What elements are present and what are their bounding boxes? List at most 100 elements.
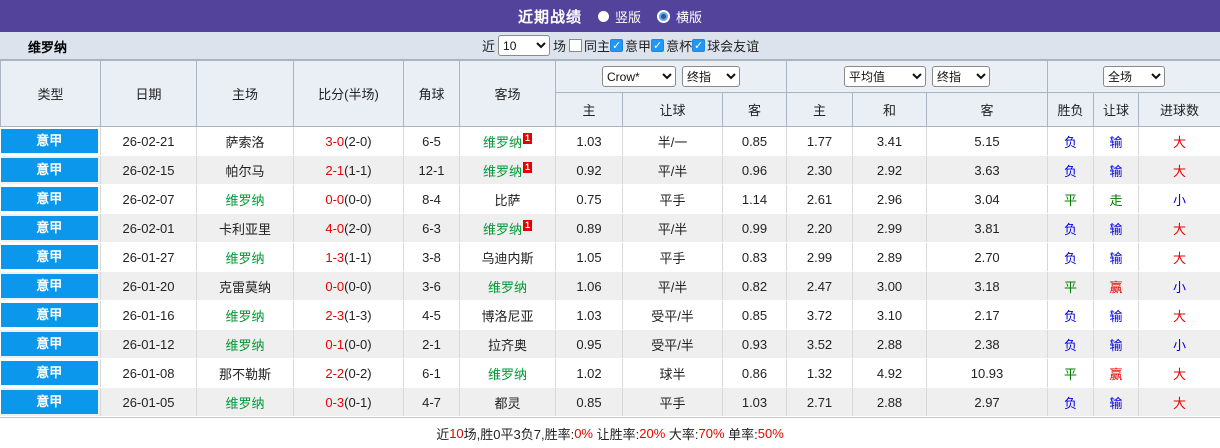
league-label[interactable]: 意甲	[1, 129, 99, 153]
league-label[interactable]: 意甲	[1, 361, 99, 385]
radio-unselected-icon[interactable]	[657, 10, 670, 23]
home-team-cell: 帕尔马	[197, 156, 294, 185]
goals-result-cell: 大	[1139, 214, 1220, 243]
checkbox-label: 意杯	[666, 36, 692, 55]
away-team-name[interactable]: 乌迪内斯	[481, 251, 533, 266]
league-cell: 意甲	[1, 185, 101, 214]
summary-segment: 让胜率:	[593, 424, 639, 443]
table-row: 意甲26-01-16维罗纳2-3(1-3)4-5博洛尼亚1.03受平/半0.85…	[1, 301, 1220, 330]
home-team-name[interactable]: 萨索洛	[225, 135, 264, 150]
filter-checkbox-同主[interactable]: 同主	[569, 36, 610, 55]
group-header-average: 平均值 终指	[787, 61, 1048, 93]
handicap-result-cell: 赢	[1094, 359, 1139, 388]
avg-odds-cell-0: 2.99	[787, 243, 853, 272]
date-cell: 26-01-16	[101, 301, 197, 330]
checkbox-checked-icon[interactable]	[610, 39, 623, 52]
corner-cell: 6-3	[404, 214, 460, 243]
league-label[interactable]: 意甲	[1, 390, 99, 414]
recent-count-select[interactable]: 10	[498, 35, 550, 56]
subheader-handicap: 让球	[1094, 93, 1139, 127]
team-name: 维罗纳	[28, 37, 67, 56]
near-label: 近	[482, 36, 495, 55]
home-team-name[interactable]: 帕尔马	[225, 164, 264, 179]
filter-checkbox-意杯[interactable]: 意杯	[651, 36, 692, 55]
average-index-select[interactable]: 终指	[932, 66, 990, 87]
summary-segment: 70%	[699, 426, 725, 441]
away-team-name[interactable]: 维罗纳	[488, 367, 527, 382]
score-cell: 0-0(0-0)	[294, 185, 404, 214]
away-team-cell: 比萨	[460, 185, 556, 214]
avg-odds-cell-0: 1.32	[787, 359, 853, 388]
corner-cell: 4-5	[404, 301, 460, 330]
half-time-score: (2-0)	[344, 221, 371, 236]
subheader-crown-away: 客	[723, 93, 787, 127]
home-team-name[interactable]: 卡利亚里	[219, 222, 271, 237]
filter-bar: 维罗纳 近 10 场 同主意甲意杯球会友谊	[0, 32, 1220, 60]
average-select[interactable]: 平均值	[844, 66, 926, 87]
avg-odds-cell-1: 2.88	[853, 388, 927, 417]
away-team-name[interactable]: 维罗纳	[488, 280, 527, 295]
away-team-name[interactable]: 维罗纳	[483, 222, 522, 237]
header-row-groups: 类型 日期 主场 比分(半场) 角球 客场 Crow* 终指	[1, 61, 1220, 93]
summary-segment: 近	[436, 424, 449, 443]
table-row: 意甲26-01-20克雷莫纳0-0(0-0)3-6维罗纳1.06平/半0.822…	[1, 272, 1220, 301]
layout-radio-horizontal[interactable]: 横版	[657, 7, 702, 26]
home-team-name[interactable]: 维罗纳	[225, 193, 264, 208]
crown-odds-cell-0: 0.75	[556, 185, 623, 214]
league-label[interactable]: 意甲	[1, 158, 99, 182]
filter-checkbox-意甲[interactable]: 意甲	[610, 36, 651, 55]
checkbox-checked-icon[interactable]	[651, 39, 664, 52]
score-cell: 2-2(0-2)	[294, 359, 404, 388]
away-team-name[interactable]: 博洛尼亚	[481, 309, 533, 324]
bookmaker-index-select[interactable]: 终指	[682, 66, 740, 87]
handicap-result-cell: 赢	[1094, 272, 1139, 301]
half-time-score: (2-0)	[344, 134, 371, 149]
crown-odds-cell-0: 1.06	[556, 272, 623, 301]
home-team-cell: 那不勒斯	[197, 359, 294, 388]
league-label[interactable]: 意甲	[1, 303, 99, 327]
score-cell: 3-0(2-0)	[294, 127, 404, 156]
bookmaker-select[interactable]: Crow*	[602, 66, 676, 87]
league-label[interactable]: 意甲	[1, 245, 99, 269]
handicap-result-cell: 输	[1094, 301, 1139, 330]
handicap-result-cell: 输	[1094, 214, 1139, 243]
summary-segment: 大率:	[665, 424, 698, 443]
result-cell: 负	[1048, 330, 1094, 359]
league-label[interactable]: 意甲	[1, 332, 99, 356]
avg-odds-cell-1: 2.92	[853, 156, 927, 185]
home-team-name[interactable]: 那不勒斯	[219, 367, 271, 382]
away-team-name[interactable]: 比萨	[494, 193, 520, 208]
result-cell: 负	[1048, 156, 1094, 185]
league-label[interactable]: 意甲	[1, 216, 99, 240]
league-label[interactable]: 意甲	[1, 274, 99, 298]
home-team-name[interactable]: 维罗纳	[225, 396, 264, 411]
away-team-name[interactable]: 都灵	[494, 396, 520, 411]
score-cell: 0-0(0-0)	[294, 272, 404, 301]
handicap-result-cell: 输	[1094, 330, 1139, 359]
checkbox-label: 同主	[584, 36, 610, 55]
corner-cell: 3-6	[404, 272, 460, 301]
radio-selected-icon[interactable]	[598, 11, 609, 22]
table-row: 意甲26-02-15帕尔马2-1(1-1)12-1维罗纳10.92平/半0.96…	[1, 156, 1220, 185]
subheader-goals: 进球数	[1139, 93, 1220, 127]
crown-odds-cell-1: 半/一	[623, 127, 723, 156]
home-team-name[interactable]: 维罗纳	[225, 251, 264, 266]
scope-select[interactable]: 全场	[1103, 66, 1165, 87]
layout-radio-vertical[interactable]: 竖版	[598, 7, 641, 26]
half-time-score: (1-1)	[344, 250, 371, 265]
avg-odds-cell-0: 2.20	[787, 214, 853, 243]
checkbox-unchecked-icon[interactable]	[569, 39, 582, 52]
home-team-name[interactable]: 维罗纳	[225, 338, 264, 353]
filter-checkbox-球会友谊[interactable]: 球会友谊	[692, 36, 759, 55]
away-team-name[interactable]: 维罗纳	[483, 164, 522, 179]
result-cell: 负	[1048, 127, 1094, 156]
away-team-name[interactable]: 维罗纳	[483, 135, 522, 150]
away-team-cell: 维罗纳1	[460, 156, 556, 185]
checkbox-checked-icon[interactable]	[692, 39, 705, 52]
home-team-name[interactable]: 克雷莫纳	[219, 280, 271, 295]
away-team-name[interactable]: 拉齐奥	[488, 338, 527, 353]
home-team-name[interactable]: 维罗纳	[225, 309, 264, 324]
table-row: 意甲26-01-05维罗纳0-3(0-1)4-7都灵0.85平手1.032.71…	[1, 388, 1220, 417]
league-label[interactable]: 意甲	[1, 187, 99, 211]
date-cell: 26-01-05	[101, 388, 197, 417]
